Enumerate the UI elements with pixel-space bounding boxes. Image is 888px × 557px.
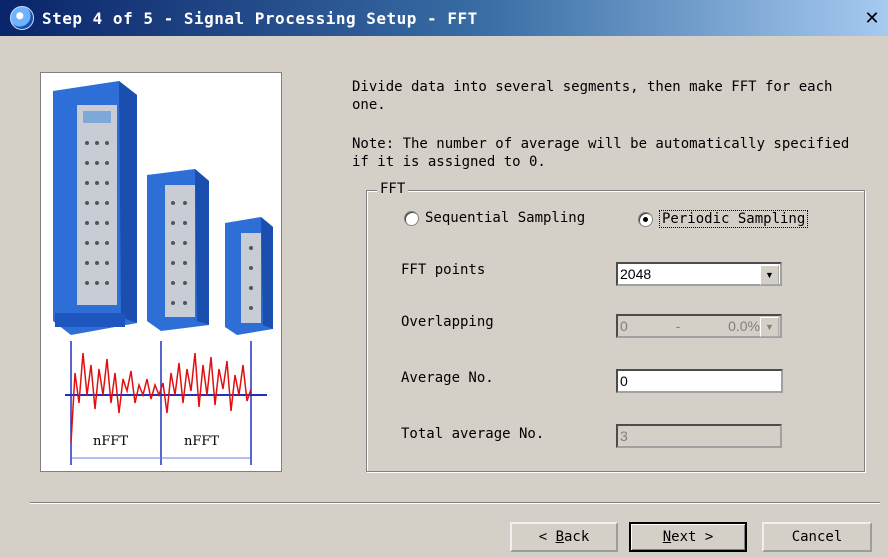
sequential-sampling-radio[interactable]: Sequential Sampling	[404, 210, 585, 226]
fft-points-label: FFT points	[401, 262, 486, 278]
illustration-panel: nFFT nFFT	[40, 72, 282, 472]
back-button[interactable]: < Back	[510, 522, 618, 552]
description-text: Divide data into several segments, then …	[352, 79, 833, 113]
total-average-no-label: Total average No.	[401, 426, 545, 442]
window-title: Step 4 of 5 - Signal Processing Setup - …	[42, 8, 478, 28]
setup-wizard-window: Step 4 of 5 - Signal Processing Setup - …	[0, 0, 888, 557]
fft-group-title: FFT	[377, 181, 409, 197]
radio-unchecked-icon[interactable]	[404, 210, 419, 226]
device-and-signal-illustration: nFFT nFFT	[53, 81, 273, 465]
overlapping-dropdown: 0 - 0.0% ▼	[616, 314, 782, 338]
fft-points-value: 2048	[620, 266, 652, 282]
average-no-input[interactable]: 0	[616, 369, 783, 393]
overlapping-value-left: 0	[620, 318, 628, 334]
overlapping-value-right: 0.0%	[728, 318, 760, 334]
periodic-sampling-radio[interactable]: Periodic Sampling	[638, 210, 809, 228]
signal-graphic: nFFT nFFT	[65, 341, 267, 465]
total-average-no-value: 3	[620, 428, 628, 444]
chevron-down-icon[interactable]: ▼	[760, 265, 779, 285]
average-no-label: Average No.	[401, 370, 494, 386]
back-button-label: ack	[564, 529, 590, 545]
overlapping-label: Overlapping	[401, 314, 494, 330]
radio-checked-icon[interactable]	[638, 211, 653, 227]
back-button-prefix: <	[538, 529, 556, 545]
title-bar[interactable]: Step 4 of 5 - Signal Processing Setup - …	[0, 0, 888, 36]
close-icon[interactable]: ✕	[862, 8, 882, 29]
next-button-mnemonic: N	[662, 529, 672, 545]
back-button-mnemonic: B	[555, 529, 564, 545]
small-device-image	[225, 217, 273, 335]
medium-device-image	[147, 169, 209, 331]
note-text: Note: The number of average will be auto…	[352, 136, 850, 170]
large-device-image	[53, 81, 137, 335]
overlapping-separator: -	[675, 318, 681, 334]
app-icon	[10, 6, 34, 30]
periodic-sampling-label: Periodic Sampling	[659, 210, 809, 228]
average-no-value: 0	[620, 373, 628, 389]
footer-separator	[30, 502, 880, 504]
total-average-no-field: 3	[616, 424, 782, 448]
sequential-sampling-label: Sequential Sampling	[425, 210, 586, 226]
segment-label-2: nFFT	[184, 434, 219, 449]
fft-points-dropdown[interactable]: 2048 ▼	[616, 262, 782, 286]
next-button-label: ext >	[671, 529, 714, 545]
cancel-button[interactable]: Cancel	[762, 522, 872, 552]
chevron-down-icon: ▼	[760, 317, 779, 337]
segment-label-1: nFFT	[93, 434, 128, 449]
next-button[interactable]: Next >	[629, 522, 747, 552]
